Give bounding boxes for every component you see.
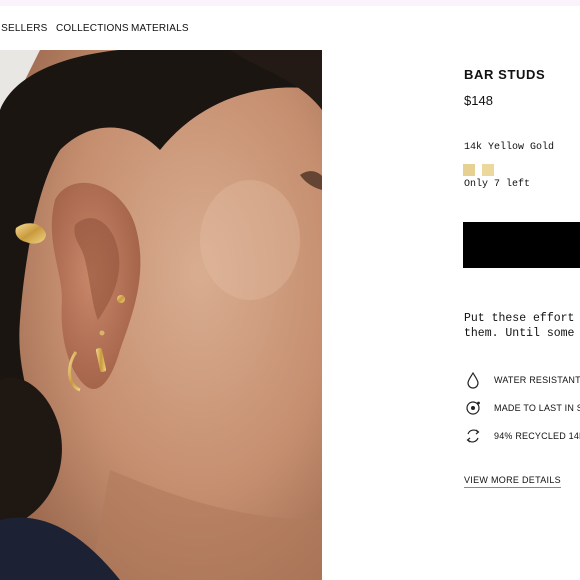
feature-recycled: 94% RECYCLED 14K — [464, 427, 580, 445]
feature-label: WATER RESISTANT — [494, 375, 580, 385]
feature-label: MADE TO LAST IN S — [494, 403, 580, 413]
nav-materials[interactable]: MATERIALS — [131, 23, 189, 34]
description-line: Put these effort — [464, 312, 575, 325]
nav-collections[interactable]: COLLECTIONS — [56, 23, 129, 34]
main-nav: T SELLERS COLLECTIONS MATERIALS — [0, 6, 580, 50]
view-more-details-link[interactable]: VIEW MORE DETAILS — [464, 475, 561, 488]
product-price: $148 — [464, 93, 493, 108]
material-label: 14k Yellow Gold — [464, 142, 555, 153]
model-ear-image — [0, 50, 322, 580]
nav-best-sellers[interactable]: T SELLERS — [0, 23, 48, 34]
water-drop-icon — [464, 371, 482, 389]
swatch-yellow-gold[interactable] — [463, 164, 475, 176]
description-line: them. Until some — [464, 327, 575, 340]
swatch-gold-alt[interactable] — [482, 164, 494, 176]
stock-status: Only 7 left — [464, 179, 531, 190]
product-description: Put these effort them. Until some — [464, 311, 574, 341]
feature-label: 94% RECYCLED 14K — [494, 431, 580, 441]
add-to-bag-button[interactable] — [463, 222, 580, 268]
product-photo — [0, 50, 322, 580]
feature-made-to-last: MADE TO LAST IN S — [464, 399, 580, 417]
feature-water-resistant: WATER RESISTANT — [464, 371, 580, 389]
globe-icon — [464, 399, 482, 417]
product-title: BAR STUDS — [464, 67, 546, 82]
recycle-icon — [464, 427, 482, 445]
